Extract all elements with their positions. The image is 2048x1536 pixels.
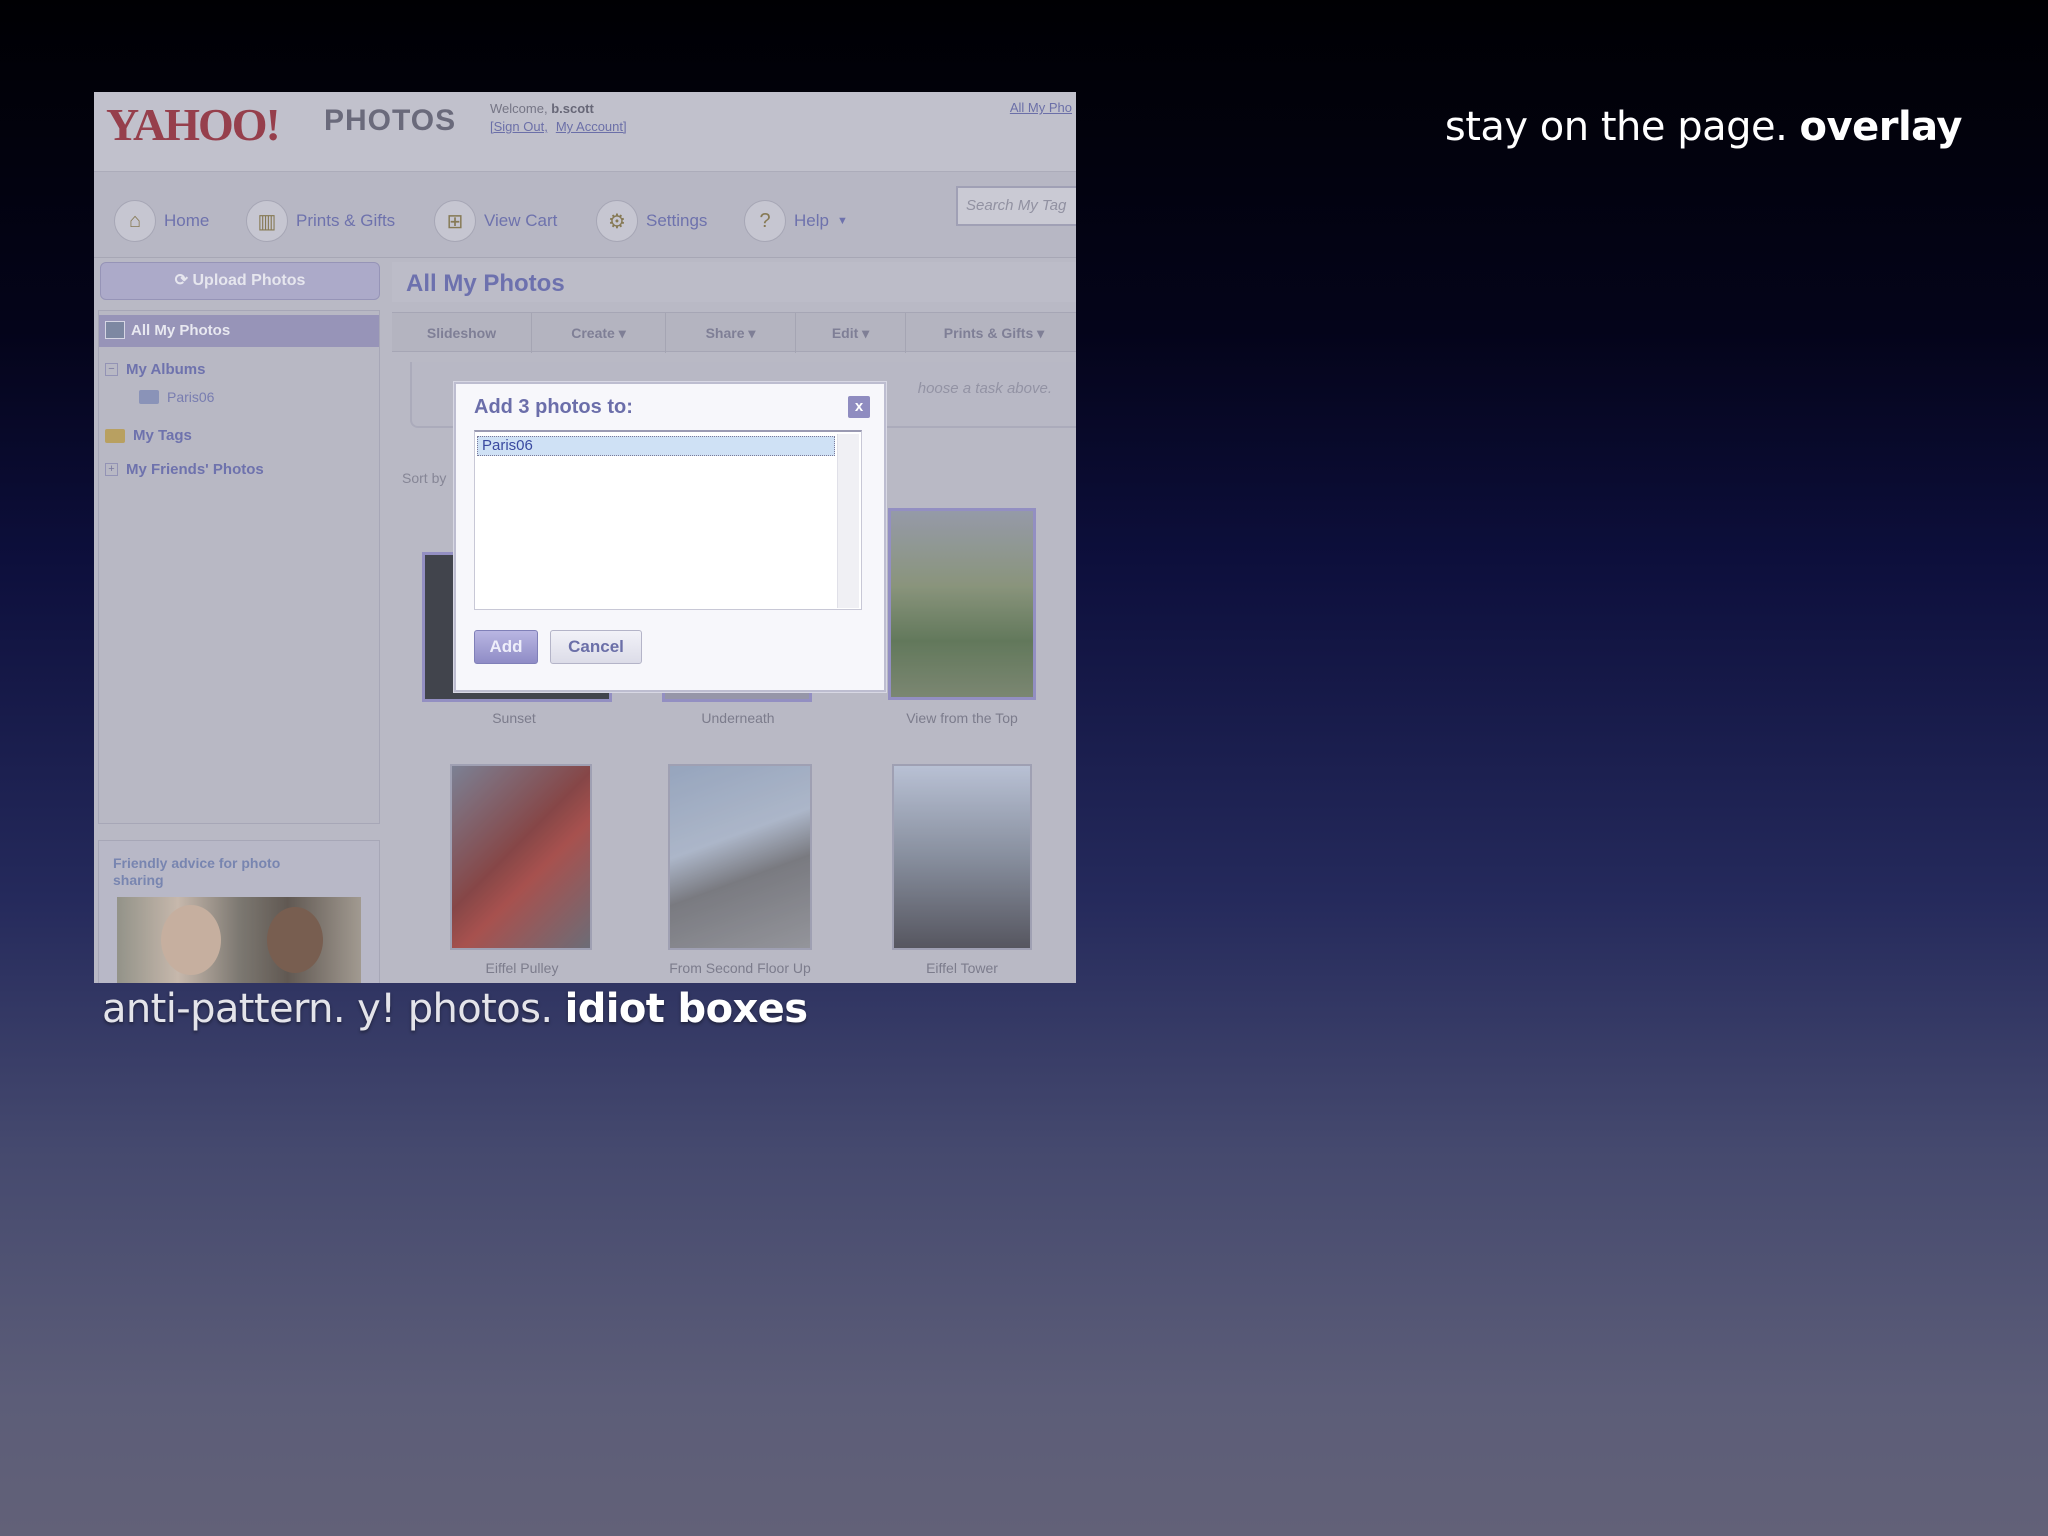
add-to-album-dialog: Add 3 photos to: x Paris06 Add Cancel (454, 382, 886, 692)
slide-title-regular: stay on the page. (1444, 104, 1788, 150)
caption-regular: anti-pattern. y! photos. (102, 986, 553, 1032)
cancel-button[interactable]: Cancel (550, 630, 642, 664)
album-option[interactable]: Paris06 (477, 436, 835, 456)
slide-title: stay on the page. overlay (1444, 104, 1963, 150)
screenshot-frame: YAHOO! PHOTOS Welcome, b.scott [Sign Out… (94, 92, 1076, 983)
album-listbox[interactable]: Paris06 (474, 430, 862, 657)
add-button[interactable]: Add (474, 630, 538, 664)
close-icon[interactable]: x (848, 396, 870, 418)
caption-bold: idiot boxes (564, 986, 808, 1032)
dialog-title: Add 3 photos to: (474, 396, 633, 418)
slide-caption: anti-pattern. y! photos. idiot boxes (102, 986, 808, 1032)
listbox-scrollbar[interactable] (837, 434, 859, 608)
slide-title-bold: overlay (1799, 104, 1963, 150)
